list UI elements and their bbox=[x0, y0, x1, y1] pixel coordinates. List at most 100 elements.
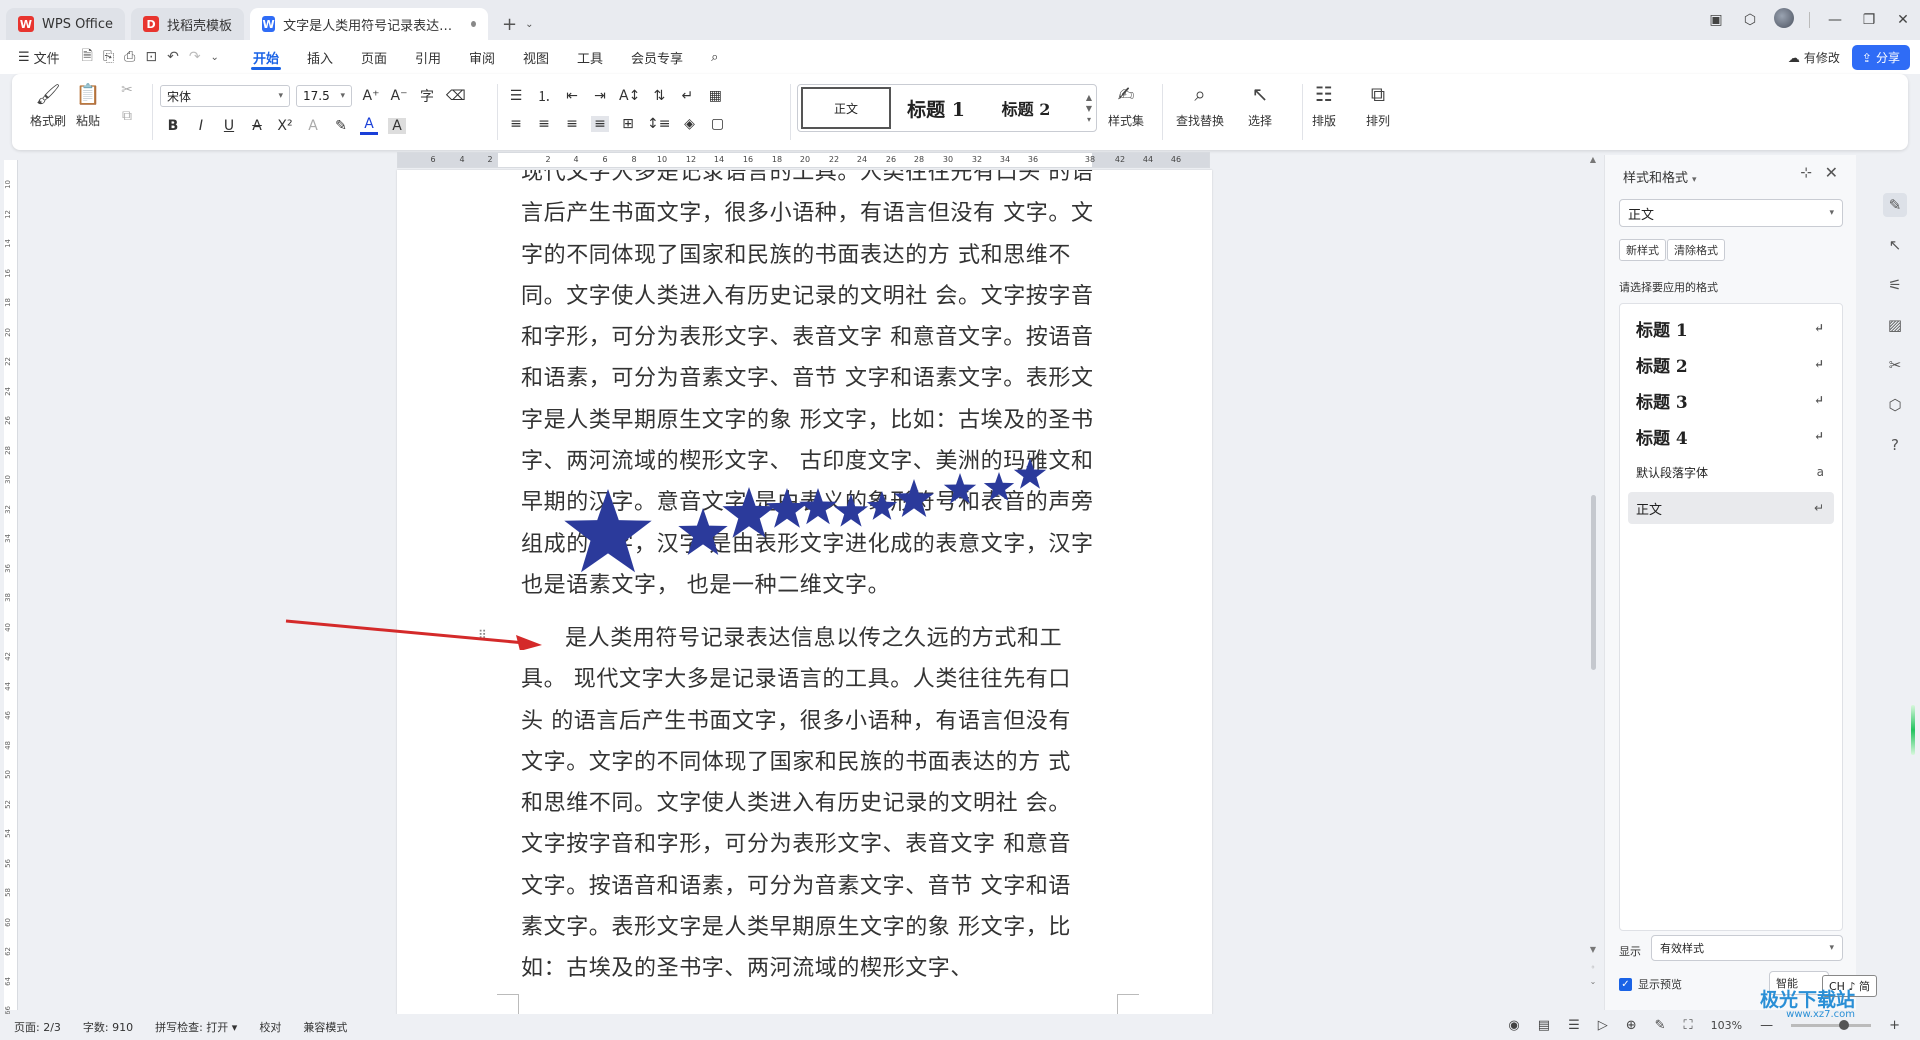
highlight-icon[interactable]: ✎ bbox=[332, 118, 350, 134]
text-effect-icon[interactable]: A bbox=[304, 118, 322, 134]
fit-window-icon[interactable]: ⛶ bbox=[1684, 1018, 1693, 1033]
document-page[interactable]: 现代文字大多是记录语言的工具。人类往往先有口头 的语言后产生书面文字，很多小语种… bbox=[397, 170, 1212, 1016]
search-icon[interactable]: ⌕ bbox=[697, 40, 732, 74]
undo-icon[interactable]: ↶ bbox=[167, 49, 179, 65]
page-view-icon[interactable]: ▤ bbox=[1538, 1018, 1550, 1033]
zoom-in-icon[interactable]: + bbox=[1889, 1018, 1900, 1033]
distribute-icon[interactable]: ⊞ bbox=[619, 116, 637, 132]
decrease-indent-icon[interactable]: ⇤ bbox=[563, 88, 581, 104]
style-set-button[interactable]: ✍ 样式集 bbox=[1108, 82, 1144, 129]
gallery-scroll[interactable]: ▲ ▼ ▾ bbox=[1082, 93, 1096, 124]
font-size-combo[interactable]: 17.5 ▾ bbox=[296, 85, 352, 107]
font-name-combo[interactable]: 宋体 ▾ bbox=[160, 85, 290, 107]
new-tab-button[interactable]: + ⌄ bbox=[496, 8, 539, 40]
tab-document[interactable]: W 文字是人类用符号记录表达信息以传之久远的方式和工具 bbox=[250, 8, 489, 40]
panel-title[interactable]: 样式和格式 ▾ bbox=[1623, 167, 1697, 186]
eye-icon[interactable]: ◉ bbox=[1508, 1018, 1519, 1033]
justify-icon[interactable]: ≡ bbox=[591, 116, 609, 132]
strikethrough-icon[interactable]: A bbox=[248, 118, 266, 134]
style-item-heading-2[interactable]: 标题 2 ↵ bbox=[1628, 348, 1834, 380]
char-shading-icon[interactable]: A bbox=[388, 117, 406, 134]
restore-icon[interactable]: ❐ bbox=[1852, 12, 1886, 28]
save-icon[interactable]: 🗎 bbox=[82, 45, 93, 69]
style-item-normal[interactable]: 正文 ↵ bbox=[1628, 492, 1834, 524]
export-icon[interactable]: ⎘ bbox=[103, 49, 114, 65]
style-heading-1[interactable]: 标题 1 bbox=[891, 87, 981, 129]
tools-icon[interactable]: ✂ bbox=[1883, 353, 1907, 377]
align-center-icon[interactable]: ≡ bbox=[535, 116, 553, 132]
print-preview-icon[interactable]: ⊡ bbox=[145, 49, 157, 65]
adjust-icon[interactable]: ⚟ bbox=[1883, 273, 1907, 297]
help-icon[interactable]: ? bbox=[1883, 433, 1907, 457]
close-icon[interactable]: ✕ bbox=[1825, 163, 1838, 182]
file-menu[interactable]: ☰ 文件 bbox=[14, 40, 74, 74]
menu-tab-view[interactable]: 视图 bbox=[509, 40, 563, 74]
style-item-heading-3[interactable]: 标题 3 ↵ bbox=[1628, 384, 1834, 416]
chevron-down-icon[interactable]: ⌄ bbox=[525, 19, 533, 30]
clear-format-icon[interactable]: ⌫ bbox=[446, 88, 466, 104]
avatar[interactable] bbox=[1767, 8, 1801, 32]
show-style-select[interactable]: 有效样式 ▾ bbox=[1651, 935, 1843, 961]
unsaved-dot-icon[interactable] bbox=[471, 21, 477, 27]
select-button[interactable]: ↖ 选择 bbox=[1248, 82, 1272, 129]
spell-check-toggle[interactable]: 拼写检查: 打开 ▾ bbox=[155, 1019, 237, 1035]
horizontal-ruler[interactable]: 6 4 2 2 4 6 8 10 12 14 16 18 20 22 24 26 28 30 32 34 36 38 42 4… bbox=[397, 152, 1210, 168]
tab-wps-office[interactable]: W WPS Office bbox=[6, 8, 126, 40]
share-button[interactable]: ⇪ 分享 bbox=[1851, 45, 1910, 70]
layout-button[interactable]: ☷ 排版 bbox=[1312, 82, 1336, 129]
pin-icon[interactable]: ⊹ bbox=[1800, 165, 1812, 181]
play-icon[interactable]: ▷ bbox=[1598, 1018, 1608, 1033]
cut-icon[interactable]: ✂ bbox=[118, 82, 136, 98]
new-style-button[interactable]: 新样式 bbox=[1619, 239, 1666, 261]
scroll-down-icon[interactable]: ▼ bbox=[1586, 945, 1600, 954]
superscript-icon[interactable]: X² bbox=[276, 118, 294, 134]
menu-tab-vip[interactable]: 会员专享 bbox=[617, 40, 697, 74]
line-spacing-icon[interactable]: ↕≡ bbox=[647, 116, 670, 132]
menu-tab-insert[interactable]: 插入 bbox=[293, 40, 347, 74]
text-direction-icon[interactable]: A↕ bbox=[619, 88, 640, 104]
show-preview-checkbox[interactable]: ✓ 显示预览 bbox=[1619, 976, 1682, 992]
tab-docer-templates[interactable]: D 找稻壳模板 bbox=[131, 8, 245, 40]
paste-button[interactable]: 📋 粘贴 bbox=[76, 82, 101, 129]
menu-tab-tools[interactable]: 工具 bbox=[563, 40, 617, 74]
checkbox-checked-icon[interactable]: ✓ bbox=[1619, 977, 1632, 991]
outline-view-icon[interactable]: ☰ bbox=[1568, 1018, 1580, 1033]
align-right-icon[interactable]: ≡ bbox=[563, 116, 581, 132]
style-heading-2[interactable]: 标题 2 bbox=[981, 87, 1071, 129]
web-view-icon[interactable]: ⊕ bbox=[1626, 1018, 1637, 1033]
modified-button[interactable]: ☁ 有修改 bbox=[1788, 49, 1840, 66]
increase-indent-icon[interactable]: ⇥ bbox=[591, 88, 609, 104]
scroll-up-icon[interactable]: ▲ bbox=[1586, 155, 1600, 164]
current-style-select[interactable]: 正文 ▾ bbox=[1619, 199, 1843, 227]
write-mode-icon[interactable]: ✎ bbox=[1655, 1018, 1666, 1033]
print-icon[interactable]: ⎙ bbox=[124, 49, 135, 65]
redo-icon[interactable]: ↷ bbox=[189, 49, 201, 65]
page-indicator[interactable]: 页面: 2/3 bbox=[14, 1019, 61, 1035]
align-left-icon[interactable]: ≡ bbox=[507, 116, 525, 132]
cube-icon[interactable]: ⬡ bbox=[1733, 12, 1767, 28]
document-scrollbar[interactable]: ▲ ▼ ◦ ⌄ bbox=[1586, 155, 1600, 1010]
next-page-icon[interactable]: ⌄ bbox=[1586, 977, 1600, 986]
plus-icon[interactable]: + bbox=[502, 14, 517, 35]
bullet-list-icon[interactable]: ☰ bbox=[507, 88, 525, 104]
find-replace-button[interactable]: ⌕ 查找替换 bbox=[1176, 82, 1224, 129]
style-item-heading-1[interactable]: 标题 1 ↵ bbox=[1628, 312, 1834, 344]
word-count[interactable]: 字数: 910 bbox=[83, 1019, 133, 1035]
sort-icon[interactable]: ⇅ bbox=[650, 88, 668, 104]
menu-tab-references[interactable]: 引用 bbox=[401, 40, 455, 74]
more-chevron-icon[interactable]: ⌄ bbox=[211, 52, 219, 63]
numbered-list-icon[interactable]: ⒈ bbox=[535, 86, 553, 106]
line-break-icon[interactable]: ↵ bbox=[678, 88, 696, 104]
shrink-font-icon[interactable]: A⁻ bbox=[390, 88, 408, 104]
style-item-heading-4[interactable]: 标题 4 ↵ bbox=[1628, 420, 1834, 452]
arrange-button[interactable]: ⧉ 排列 bbox=[1366, 82, 1390, 129]
table-icon[interactable]: ▦ bbox=[706, 88, 724, 104]
shading-icon[interactable]: ◈ bbox=[680, 116, 698, 132]
close-icon[interactable]: ✕ bbox=[1886, 12, 1920, 28]
italic-icon[interactable]: I bbox=[192, 118, 210, 134]
menu-tab-page[interactable]: 页面 bbox=[347, 40, 401, 74]
paragraph[interactable]: 现代文字大多是记录语言的工具。人类往往先有口头 的语言后产生书面文字，很多小语种… bbox=[521, 170, 1113, 606]
proofread-button[interactable]: 校对 bbox=[259, 1019, 281, 1035]
layout-icon[interactable]: ▣ bbox=[1699, 12, 1733, 28]
phonetic-icon[interactable]: 字 bbox=[418, 86, 436, 106]
